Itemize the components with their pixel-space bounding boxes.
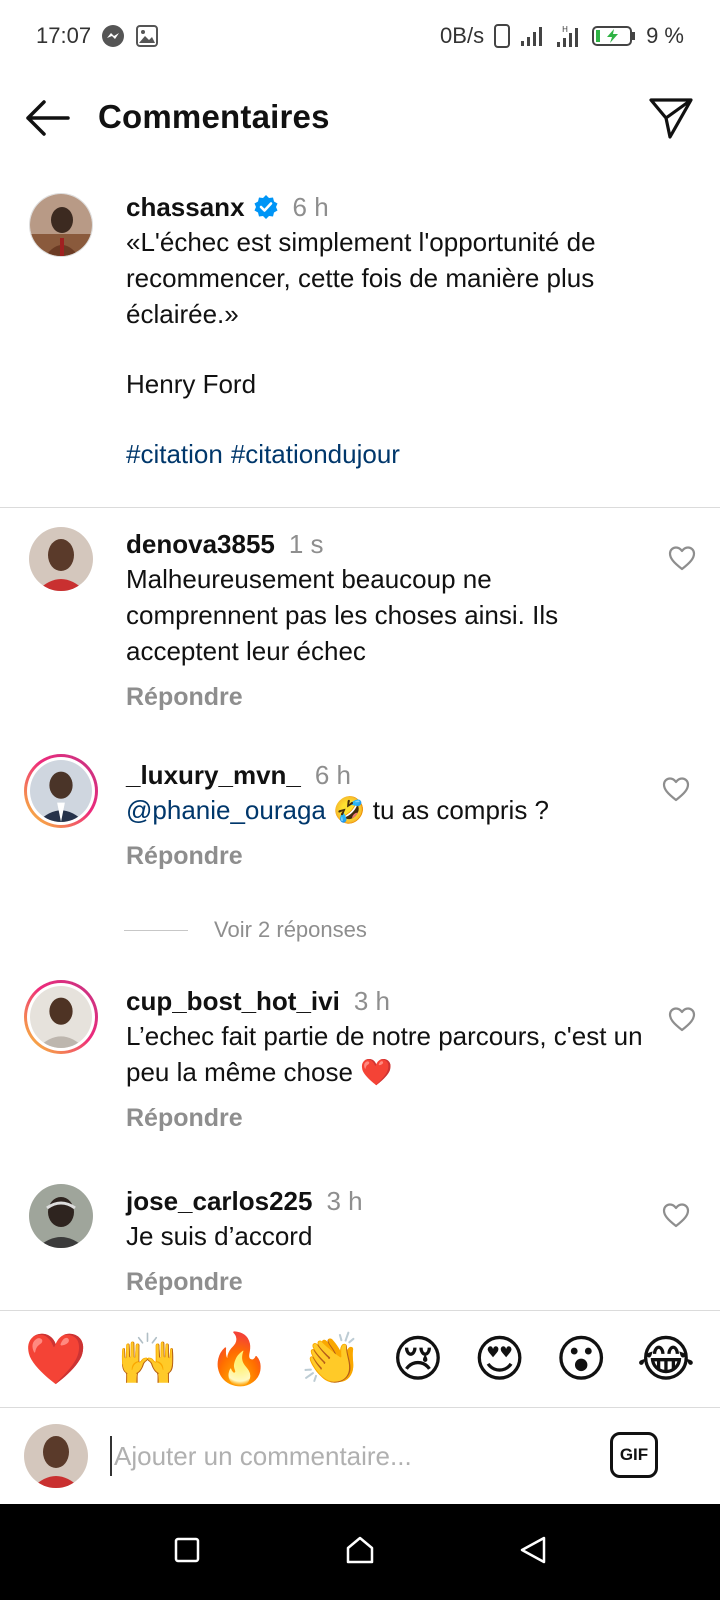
heart-outline-icon — [662, 1203, 690, 1232]
recent-apps-button[interactable] — [167, 1532, 207, 1572]
phone-icon — [494, 24, 511, 48]
comment-time: 3 h — [353, 986, 390, 1016]
comment-text: Je suis d’accord — [126, 1221, 313, 1251]
emoji-button-clap[interactable]: 👏 — [300, 1329, 362, 1389]
story-ring[interactable] — [24, 754, 98, 828]
back-triangle-icon — [518, 1534, 548, 1571]
reply-button[interactable]: Répondre — [126, 840, 646, 872]
comment-text: @phanie_ouraga 🤣 tu as compris ? — [126, 792, 646, 828]
comment-body: jose_carlos225 3 h Je suis d’accord Répo… — [126, 1184, 646, 1298]
caption-body: chassanx 6 h «L'échec est simplement l'o… — [126, 190, 696, 472]
comment-text: Malheureusement beaucoup ne comprennent … — [126, 564, 559, 666]
comment-time: 1 s — [288, 529, 324, 559]
heart-outline-icon — [668, 1007, 696, 1036]
mention-link[interactable]: @phanie_ouraga — [126, 795, 326, 825]
emoji-button-raised-hands[interactable]: 🙌 — [117, 1329, 179, 1389]
paper-plane-icon — [648, 98, 694, 144]
hashtag-link[interactable]: #citationdujour — [231, 439, 400, 469]
home-button[interactable] — [340, 1532, 380, 1572]
network-speed: 0B/s — [440, 23, 485, 48]
comment-time: 6 h — [314, 760, 352, 790]
avatar — [24, 1424, 88, 1488]
heart-outline-icon — [662, 777, 690, 806]
emoji-rofl: 🤣 — [333, 795, 366, 825]
verified-badge-icon — [253, 194, 279, 220]
heart-outline-icon — [668, 546, 696, 575]
like-button[interactable] — [662, 776, 692, 804]
reply-button[interactable]: Répondre — [126, 1266, 646, 1298]
square-icon — [173, 1536, 201, 1569]
back-button[interactable] — [24, 98, 72, 142]
comment-text: L’echec fait partie de notre parcours, c… — [126, 1018, 646, 1090]
comment-body: denova3855 1 s Malheureusement beaucoup … — [126, 527, 646, 713]
comment-username[interactable]: jose_carlos225 — [126, 1184, 312, 1218]
caption-author: Henry Ford — [126, 369, 257, 399]
emoji-button-laugh[interactable]: 😂 — [637, 1329, 695, 1389]
comment-composer: GIF — [0, 1408, 720, 1504]
caption-username[interactable]: chassanx — [126, 190, 245, 224]
emoji-button-heart[interactable]: ❤️ — [25, 1329, 87, 1389]
comment-text-content: tu as compris ? — [372, 795, 550, 825]
battery-level: 9 % — [646, 23, 684, 48]
battery-icon — [592, 25, 636, 47]
like-button[interactable] — [662, 1202, 692, 1230]
story-ring[interactable] — [24, 980, 98, 1054]
quick-emoji-bar: ❤️ 🙌 🔥 👏 😢 😍 😮 😂 — [0, 1310, 720, 1408]
comment-body: cup_bost_hot_ivi 3 h L’echec fait partie… — [126, 984, 646, 1134]
emoji-button-fire[interactable]: 🔥 — [208, 1329, 270, 1389]
avatar — [30, 986, 92, 1048]
gif-button[interactable]: GIF — [610, 1432, 658, 1478]
hashtag-link[interactable]: #citation — [126, 439, 223, 469]
like-button[interactable] — [668, 1006, 698, 1034]
reply-button[interactable]: Répondre — [126, 681, 646, 713]
messenger-icon — [101, 24, 125, 48]
emoji-button-cry[interactable]: 😢 — [392, 1329, 444, 1389]
caption-time: 6 h — [292, 192, 329, 222]
view-replies-label: Voir 2 réponses — [214, 917, 367, 942]
like-button[interactable] — [668, 545, 698, 573]
avatar[interactable] — [29, 527, 93, 591]
page-title: Commentaires — [98, 98, 330, 135]
home-icon — [344, 1534, 376, 1571]
comment-username[interactable]: _luxury_mvn_ — [126, 758, 301, 792]
system-nav-bar — [0, 1504, 720, 1600]
system-back-button[interactable] — [513, 1532, 553, 1572]
post-caption: chassanx 6 h «L'échec est simplement l'o… — [0, 190, 720, 508]
header: Commentaires — [0, 84, 720, 156]
comment-body: _luxury_mvn_ 6 h @phanie_ouraga 🤣 tu as … — [126, 758, 646, 872]
emoji-button-surprised[interactable]: 😮 — [555, 1329, 607, 1389]
image-icon — [135, 24, 159, 48]
avatar — [30, 760, 92, 822]
signal-icon — [520, 25, 546, 47]
arrow-left-icon — [24, 98, 70, 143]
hashtags: #citation #citationdujour — [126, 436, 696, 472]
comment-time: 3 h — [326, 1186, 363, 1216]
emoji-heart: ❤️ — [360, 1057, 393, 1087]
comment-username[interactable]: cup_bost_hot_ivi — [126, 984, 340, 1018]
reply-button[interactable]: Répondre — [126, 1102, 646, 1134]
status-time: 17:07 — [36, 23, 92, 48]
status-bar: 17:07 0B/s H 9 % — [0, 0, 720, 72]
avatar[interactable] — [29, 1184, 93, 1248]
comment-username[interactable]: denova3855 — [126, 527, 275, 561]
avatar[interactable] — [29, 193, 93, 257]
signal-h-icon: H — [556, 24, 582, 48]
share-button[interactable] — [648, 96, 696, 144]
caption-text: «L'échec est simplement l'opportunité de… — [126, 227, 603, 329]
svg-text:H: H — [562, 25, 568, 34]
view-replies-button[interactable]: Voir 2 réponses — [124, 917, 367, 943]
emoji-button-heart-eyes[interactable]: 😍 — [474, 1329, 526, 1389]
comment-input[interactable] — [110, 1432, 590, 1480]
divider — [124, 929, 188, 931]
